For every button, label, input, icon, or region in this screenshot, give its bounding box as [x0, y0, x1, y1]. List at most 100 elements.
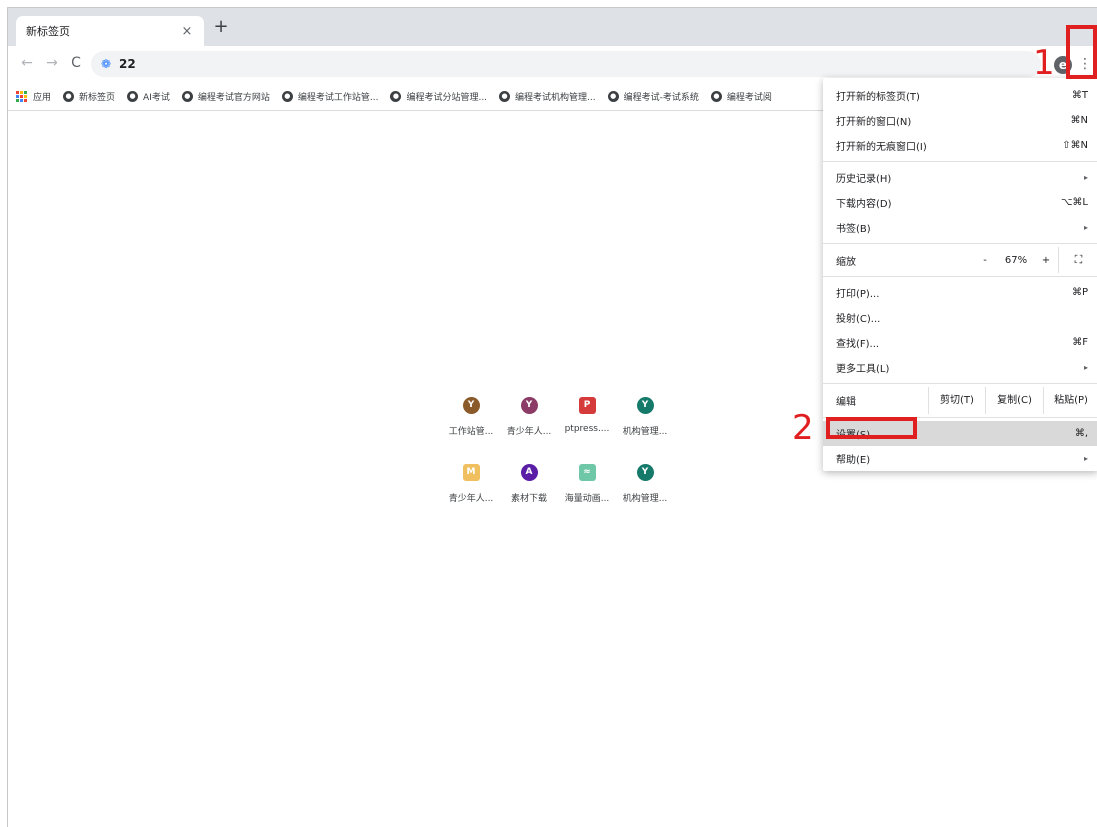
- site-favicon-icon: Y: [636, 463, 654, 481]
- apps-grid-icon: [16, 90, 28, 103]
- menu-divider: [823, 161, 1097, 162]
- bookmark-label: 应用: [33, 93, 52, 103]
- menu-item-new-window[interactable]: 打开新的窗口(N) ⌘N: [823, 108, 1097, 133]
- menu-divider: [823, 276, 1097, 277]
- menu-item-history[interactable]: 历史记录(H) ▸: [823, 165, 1097, 190]
- menu-item-downloads[interactable]: 下载内容(D) ⌥⌘L: [823, 190, 1097, 215]
- globe-icon: ●: [499, 91, 511, 102]
- menu-divider: [823, 243, 1097, 244]
- annotation-box-menu-button: [1066, 25, 1097, 79]
- tab-strip: 新标签页 × +: [8, 8, 1097, 46]
- menu-item-label: 书签(B): [836, 224, 871, 235]
- shortcut-tile[interactable]: A 素材下载: [500, 459, 558, 504]
- globe-icon: ●: [181, 91, 193, 102]
- zoom-controls: - 67% + ⛶: [972, 247, 1097, 273]
- menu-item-label: 打开新的无痕窗口(I): [836, 142, 927, 153]
- shortcut-tile[interactable]: M 青少年人...: [442, 459, 500, 504]
- menu-item-label: 缩放: [836, 256, 856, 268]
- annotation-box-settings: [826, 417, 917, 439]
- bookmark-item[interactable]: ● 新标签页: [63, 90, 115, 103]
- menu-item-label: 历史记录(H): [836, 174, 892, 185]
- menu-item-label: 编辑: [836, 397, 856, 408]
- menu-item-label: 帮助(E): [836, 455, 871, 466]
- bookmark-item[interactable]: ● 编程考试-考试系统: [607, 90, 699, 103]
- tab-title: 新标签页: [26, 25, 70, 38]
- baidu-paw-icon: ❁: [100, 57, 112, 71]
- menu-item-help[interactable]: 帮助(E) ▸: [823, 446, 1097, 471]
- globe-icon: ●: [63, 91, 75, 102]
- menu-item-new-tab[interactable]: 打开新的标签页(T) ⌘T: [823, 83, 1097, 108]
- new-tab-button[interactable]: +: [211, 18, 231, 38]
- site-favicon-icon: M: [462, 463, 480, 481]
- zoom-out-button[interactable]: -: [972, 255, 998, 266]
- shortcut-label: 海量动画...: [564, 494, 610, 504]
- zoom-level: 67%: [1004, 254, 1028, 266]
- submenu-arrow-icon: ▸: [1083, 223, 1088, 232]
- menu-shortcut: ⌘P: [1071, 287, 1088, 298]
- reload-icon[interactable]: C: [67, 54, 85, 72]
- bookmark-item[interactable]: ● 编程考试阅: [710, 90, 772, 103]
- shortcut-tile[interactable]: Y 工作站管...: [442, 392, 500, 437]
- submenu-arrow-icon: ▸: [1083, 454, 1088, 463]
- shortcut-tile[interactable]: Y 机构管理...: [616, 392, 674, 437]
- menu-item-label: 更多工具(L): [836, 364, 890, 375]
- back-icon[interactable]: ←: [18, 54, 36, 72]
- tab-close-icon[interactable]: ×: [180, 24, 194, 39]
- bookmark-label: 编程考试阅: [726, 93, 772, 103]
- menu-item-more-tools[interactable]: 更多工具(L) ▸: [823, 355, 1097, 380]
- paste-button[interactable]: 粘贴(P): [1043, 387, 1097, 414]
- bookmark-item[interactable]: ● AI考试: [127, 90, 170, 103]
- menu-item-label: 打开新的窗口(N): [836, 117, 912, 128]
- chrome-main-menu: 打开新的标签页(T) ⌘T 打开新的窗口(N) ⌘N 打开新的无痕窗口(I) ⇧…: [823, 78, 1097, 471]
- site-favicon-icon: A: [520, 463, 538, 481]
- bookmark-label: 新标签页: [79, 93, 116, 103]
- globe-icon: ●: [710, 91, 722, 102]
- bookmark-item[interactable]: ● 编程考试工作站管...: [281, 90, 378, 103]
- bookmark-item[interactable]: ● 编程考试机构管理...: [499, 90, 596, 103]
- bookmark-label: 编程考试机构管理...: [515, 93, 596, 103]
- menu-item-find[interactable]: 查找(F)... ⌘F: [823, 330, 1097, 355]
- menu-item-label: 投射(C)...: [836, 314, 881, 325]
- shortcut-tile[interactable]: Y 青少年人...: [500, 392, 558, 437]
- annotation-step-1: 1: [1033, 43, 1055, 83]
- menu-item-label: 下载内容(D): [836, 199, 892, 210]
- forward-icon[interactable]: →: [43, 54, 61, 72]
- bookmark-label: 编程考试官方网站: [197, 93, 270, 103]
- bookmark-apps[interactable]: 应用: [16, 90, 51, 103]
- menu-item-label: 查找(F)...: [836, 339, 880, 350]
- fullscreen-icon[interactable]: ⛶: [1058, 247, 1097, 273]
- zoom-in-button[interactable]: +: [1034, 255, 1058, 266]
- address-bar[interactable]: ❁ 22: [91, 51, 1041, 77]
- menu-shortcut: ⌥⌘L: [1060, 197, 1088, 208]
- submenu-arrow-icon: ▸: [1083, 173, 1088, 182]
- copy-button[interactable]: 复制(C): [985, 387, 1043, 414]
- menu-shortcut: ⌘,: [1074, 428, 1088, 439]
- menu-item-label: 打印(P)...: [836, 289, 880, 300]
- shortcut-tile[interactable]: Y 机构管理...: [616, 459, 674, 504]
- bookmark-item[interactable]: ● 编程考试官方网站: [181, 90, 270, 103]
- menu-item-print[interactable]: 打印(P)... ⌘P: [823, 280, 1097, 305]
- shortcut-label: 青少年人...: [506, 427, 552, 437]
- site-favicon-icon: Y: [520, 396, 538, 414]
- menu-item-edit: 编辑 剪切(T) 复制(C) 粘贴(P): [823, 387, 1097, 414]
- bookmark-label: AI考试: [143, 93, 170, 103]
- menu-shortcut: ⇧⌘N: [1062, 140, 1088, 151]
- cut-button[interactable]: 剪切(T): [928, 387, 985, 414]
- menu-item-label: 打开新的标签页(T): [836, 92, 920, 103]
- menu-item-incognito[interactable]: 打开新的无痕窗口(I) ⇧⌘N: [823, 133, 1097, 158]
- shortcut-tile[interactable]: P ptpress....: [558, 392, 616, 437]
- shortcut-label: 青少年人...: [448, 494, 494, 504]
- bookmark-label: 编程考试-考试系统: [623, 93, 699, 103]
- menu-item-zoom: 缩放 - 67% + ⛶: [823, 247, 1097, 273]
- menu-shortcut: ⌘F: [1072, 337, 1088, 348]
- menu-item-bookmarks[interactable]: 书签(B) ▸: [823, 215, 1097, 240]
- shortcut-tile[interactable]: ≈ 海量动画...: [558, 459, 616, 504]
- tab-new-tab[interactable]: 新标签页 ×: [16, 16, 204, 46]
- shortcut-label: ptpress....: [564, 424, 610, 434]
- menu-item-cast[interactable]: 投射(C)...: [823, 305, 1097, 330]
- bookmark-item[interactable]: ● 编程考试分站管理...: [390, 90, 487, 103]
- globe-icon: ●: [607, 91, 619, 102]
- globe-icon: ●: [390, 91, 402, 102]
- annotation-step-2: 2: [792, 408, 814, 448]
- submenu-arrow-icon: ▸: [1083, 363, 1088, 372]
